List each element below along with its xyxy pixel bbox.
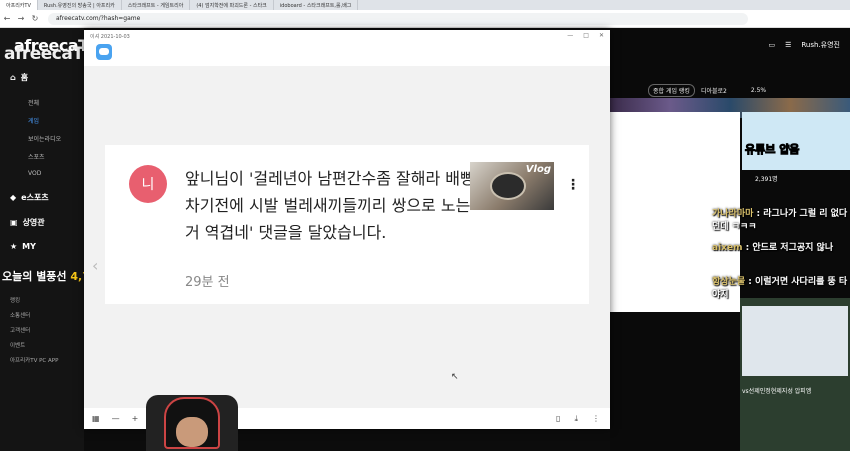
more-options-icon[interactable]: ⋮ bbox=[566, 177, 580, 193]
sidebar-item-esports[interactable]: ◆ e스포츠 bbox=[10, 192, 49, 203]
maximize-icon[interactable]: □ bbox=[583, 32, 589, 39]
url-input[interactable]: afreecatv.com/?hash=game bbox=[48, 12, 748, 25]
tab-label: idoboard - 스타크래프트,롤,배그 bbox=[279, 2, 352, 9]
broadcast-icon[interactable]: ▭ bbox=[768, 41, 775, 49]
reload-icon[interactable]: ↻ bbox=[28, 14, 42, 23]
footer-link[interactable]: 고객센터 bbox=[10, 326, 30, 334]
more-vertical-icon[interactable]: ⋮ bbox=[592, 414, 600, 424]
streamer-face bbox=[176, 417, 208, 447]
youtube-label: 유튜브 얍음 bbox=[744, 143, 800, 157]
chat-text: 안드로 저그공지 않나 bbox=[752, 243, 834, 253]
daily-label: 오늘의 별풍선 bbox=[2, 270, 67, 283]
minimize-icon[interactable]: — bbox=[567, 32, 573, 39]
thumbnail-label: Vlog bbox=[525, 164, 551, 175]
close-icon[interactable]: ✕ bbox=[599, 32, 604, 39]
sidebar: afreecaTV afreecaTV ⌂ 홈 전체 게임 보이는라디오 스포츠 … bbox=[0, 28, 115, 451]
game-screen: vs선제인정현제지성 압피엠 bbox=[740, 298, 850, 451]
avatar: 니 bbox=[129, 165, 167, 203]
mouse-cursor-icon: ↖ bbox=[451, 372, 459, 382]
zoom-in-icon[interactable]: + bbox=[132, 414, 139, 424]
app-icon bbox=[96, 44, 112, 60]
sidebar-sub-vod[interactable]: VOD bbox=[28, 170, 41, 177]
sidebar-label: 홈 bbox=[20, 73, 29, 82]
chat-user: aixem bbox=[712, 243, 743, 253]
chat-message: 가나라마마 : 라그나가 그럴 리 없다던데 ㅋㅋㅋ bbox=[712, 209, 848, 232]
sidebar-item-my[interactable]: ★ MY bbox=[10, 242, 36, 251]
webcam-overlay bbox=[146, 395, 238, 451]
trophy-icon: ◆ bbox=[10, 193, 17, 202]
game-lobby bbox=[742, 306, 848, 376]
back-icon[interactable]: ← bbox=[0, 14, 14, 23]
game-ranking-button[interactable]: 종합 게임 랭킹 bbox=[648, 83, 695, 97]
game-bar: 종합 게임 랭킹 디아블로2 2.5% bbox=[610, 83, 850, 97]
star-icon: ★ bbox=[10, 242, 18, 251]
chat-message: aixem : 안드로 저그공지 않나 bbox=[712, 243, 834, 253]
footer-link[interactable]: 이벤트 bbox=[10, 341, 25, 349]
browser-tab[interactable]: 스타크래프트 - 게임트리아 bbox=[122, 0, 191, 10]
url-text: afreecatv.com/?hash=game bbox=[56, 15, 141, 22]
address-bar: ← → ↻ afreecatv.com/?hash=game bbox=[0, 10, 850, 28]
user-area: ▭ ☰ Rush.유영진 bbox=[768, 40, 840, 50]
sidebar-label: MY bbox=[22, 242, 36, 251]
chat-user: 항상눈물 bbox=[712, 277, 746, 287]
sidebar-item-theater[interactable]: ▣ 상영관 bbox=[10, 217, 45, 228]
percent-label: 2.5% bbox=[750, 86, 767, 94]
notification-time: 29분 전 bbox=[185, 275, 230, 290]
chevron-left-icon[interactable]: ‹ bbox=[92, 256, 98, 275]
tab-label: 아프리카TV bbox=[6, 2, 31, 9]
sidebar-label: e스포츠 bbox=[21, 193, 49, 202]
tab-label: Rush.유영진의 방송국 | 아프리카 bbox=[43, 2, 115, 9]
browser-tab[interactable]: 아프리카TV bbox=[0, 0, 38, 10]
forward-icon[interactable]: → bbox=[14, 14, 28, 23]
browser-tabbar: 아프리카TV Rush.유영진의 방송국 | 아프리카 스타크래프트 - 게임트… bbox=[0, 0, 850, 10]
chat-user: 가나라마마 bbox=[712, 209, 754, 219]
notification-window: 이셔 2021-10-03 — □ ✕ ‹ 니 앞니님이 '걸레년아 남편간수좀… bbox=[84, 30, 610, 429]
grid-icon[interactable]: ▦ bbox=[92, 414, 100, 424]
browser-tab[interactable]: Rush.유영진의 방송국 | 아프리카 bbox=[38, 0, 122, 10]
footer-link[interactable]: 랭킹 bbox=[10, 296, 20, 304]
sidebar-sub-sports[interactable]: 스포츠 bbox=[28, 152, 45, 161]
video-thumbnail[interactable]: Vlog bbox=[470, 162, 554, 210]
window-title: 이셔 2021-10-03 bbox=[90, 33, 130, 40]
tab-label: 스타크래프트 - 게임트리아 bbox=[127, 2, 184, 9]
logo-watermark: afreecaTV bbox=[4, 44, 97, 64]
browser-tab[interactable]: idoboard - 스타크래프트,롤,배그 bbox=[274, 0, 359, 10]
footer-link[interactable]: 소통센터 bbox=[10, 311, 30, 319]
sidebar-sub-all[interactable]: 전체 bbox=[28, 98, 39, 107]
tab-label: (4) 엄지학전에 파괴드론 - 스타크 bbox=[196, 2, 267, 9]
browser-tab[interactable]: (4) 엄지학전에 파괴드론 - 스타크 bbox=[190, 0, 274, 10]
game-title: 디아블로2 bbox=[700, 87, 727, 95]
game-caption: vs선제인정현제지성 압피엠 bbox=[742, 388, 812, 395]
zoom-out-icon[interactable]: — bbox=[112, 414, 120, 424]
home-icon: ⌂ bbox=[10, 73, 16, 82]
viewer-content: ‹ 니 앞니님이 '걸레년아 남편간수좀 잘해라 배빵차기전에 시발 벌레새끼들… bbox=[84, 66, 610, 408]
window-controls: — □ ✕ bbox=[567, 32, 604, 39]
menu-icon[interactable]: ☰ bbox=[785, 41, 791, 49]
viewer-count: 2,391명 bbox=[755, 176, 778, 183]
user-name[interactable]: Rush.유영진 bbox=[801, 40, 840, 50]
sidebar-label: 상영관 bbox=[22, 218, 45, 227]
notification-message: 앞니님이 '걸레년아 남편간수좀 잘해라 배빵차기전에 시발 벌레새끼들끼리 쌍… bbox=[185, 169, 475, 242]
bookmark-icon[interactable]: ▯ bbox=[556, 414, 560, 424]
comment-notification[interactable]: 니 앞니님이 '걸레년아 남편간수좀 잘해라 배빵차기전에 시발 벌레새끼들끼리… bbox=[105, 145, 589, 304]
theater-icon: ▣ bbox=[10, 218, 18, 227]
window-titlebar: 이셔 2021-10-03 bbox=[84, 30, 610, 42]
sidebar-item-home[interactable]: ⌂ 홈 bbox=[10, 72, 28, 83]
footer-link[interactable]: 아프리카TV PC APP bbox=[10, 356, 58, 364]
sidebar-sub-game[interactable]: 게임 bbox=[28, 116, 39, 125]
download-icon[interactable]: ⤓ bbox=[574, 414, 578, 424]
sidebar-sub-radio[interactable]: 보이는라디오 bbox=[28, 134, 61, 143]
food-plate bbox=[490, 172, 526, 200]
